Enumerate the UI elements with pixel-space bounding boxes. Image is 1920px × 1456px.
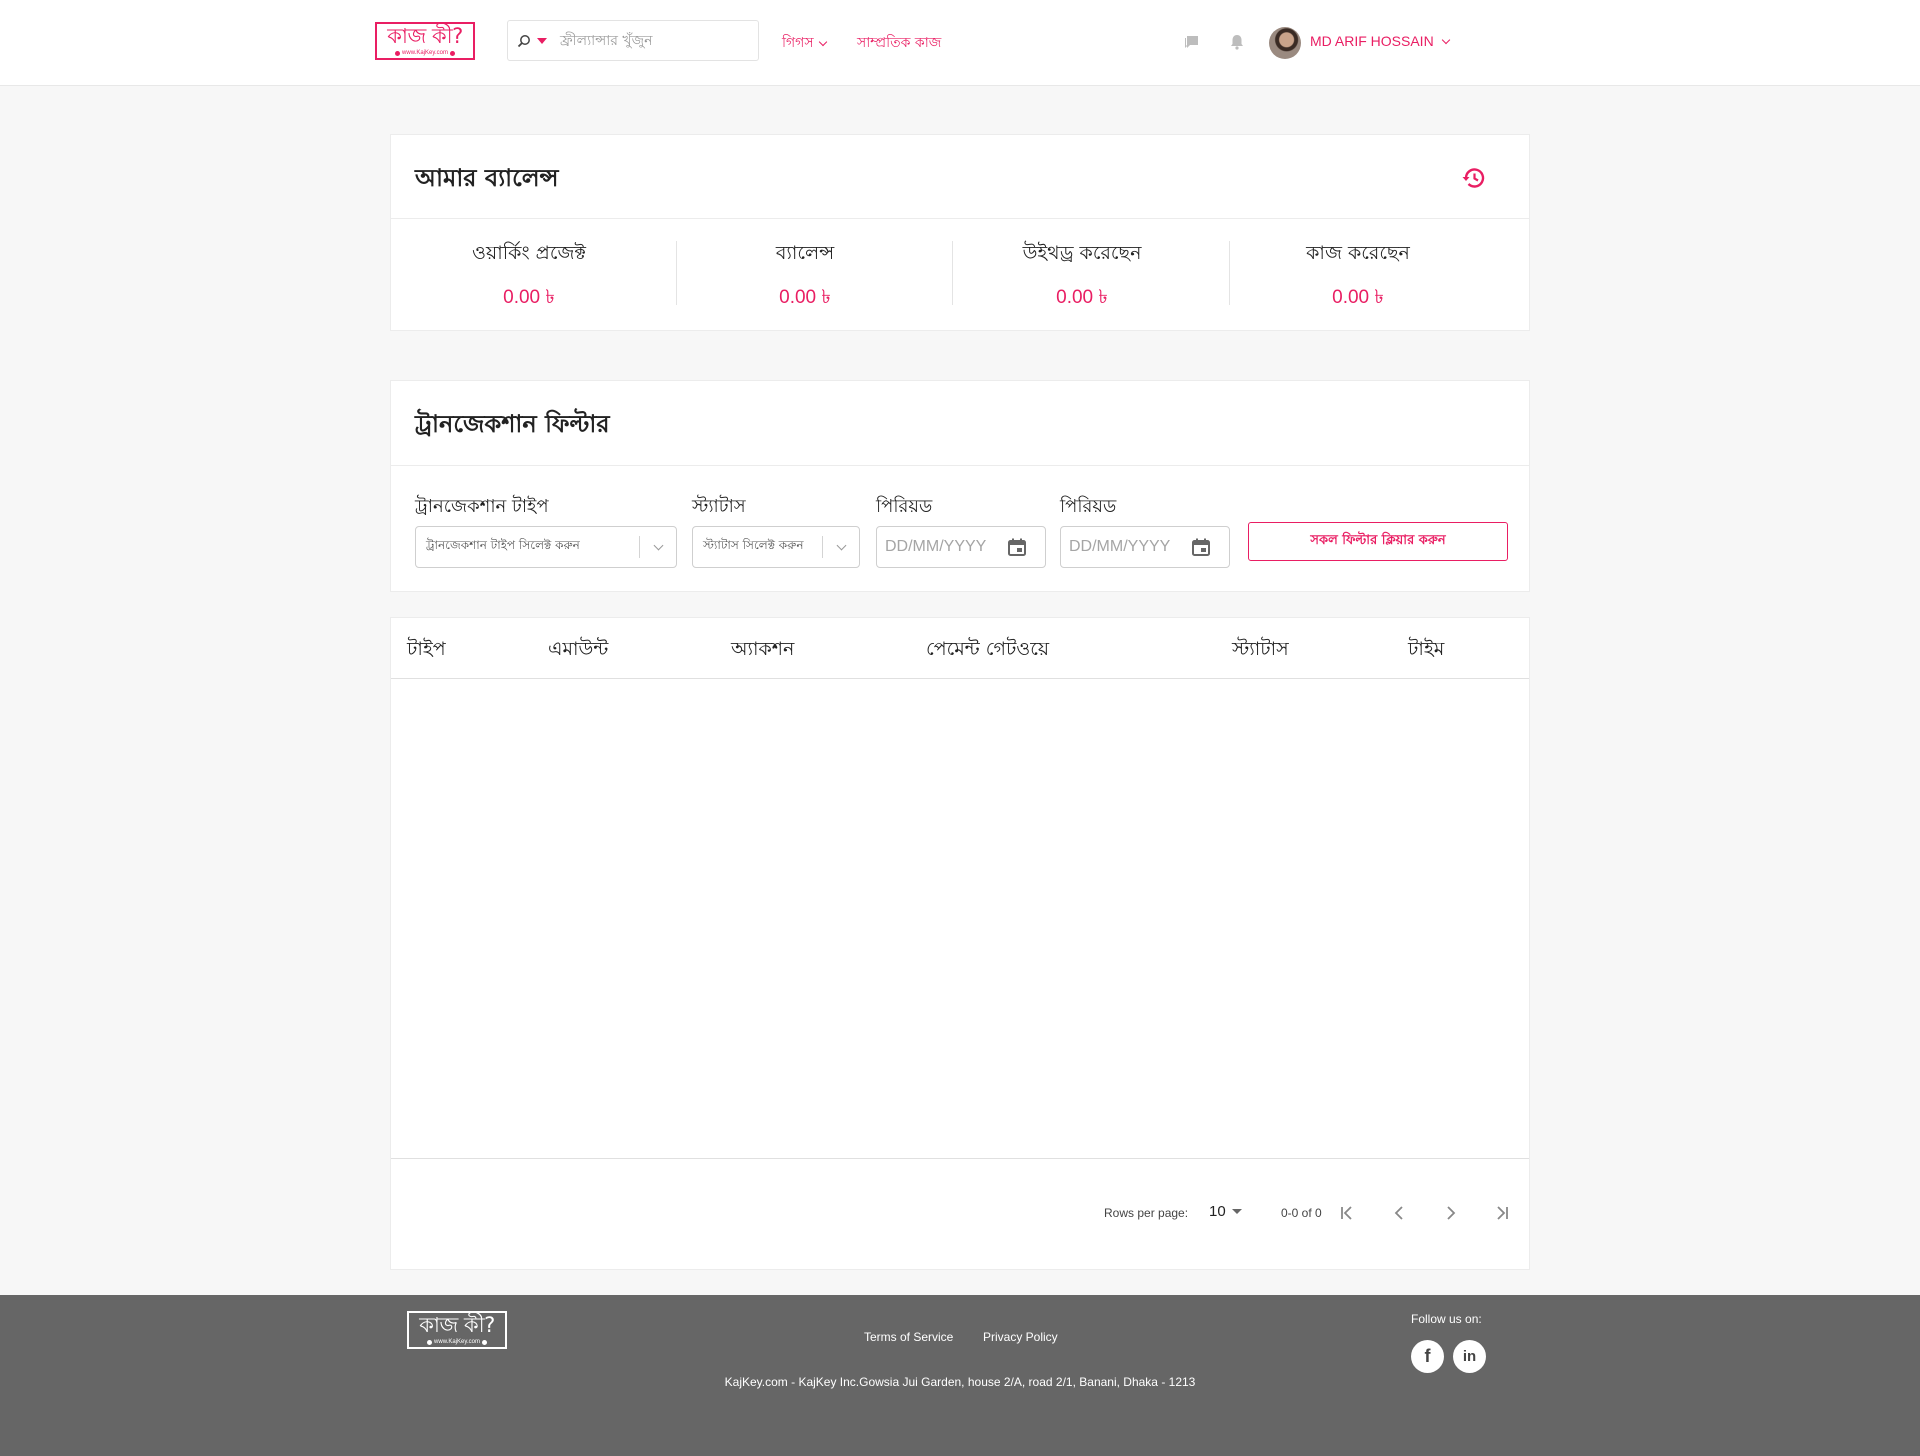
rows-per-page-value: 10 xyxy=(1209,1203,1226,1220)
period-from-label: পিরিয়ড xyxy=(876,496,933,517)
period-to-label: পিরিয়ড xyxy=(1060,496,1117,517)
nav-recent-jobs[interactable]: সাম্প্রতিক কাজ xyxy=(857,31,941,55)
table-body xyxy=(391,679,1529,1158)
logo-text: কাজ কী? xyxy=(419,1313,495,1337)
calendar-icon[interactable] xyxy=(1007,537,1027,557)
status-label: স্ট্যাটাস xyxy=(692,496,746,517)
stat-value: 0.00 ৳ xyxy=(1332,287,1384,308)
footer-logo[interactable]: কাজ কী? www.KajKey.com xyxy=(407,1311,507,1349)
footer: কাজ কী? www.KajKey.com Terms of Service … xyxy=(0,1295,1920,1456)
transaction-type-label: ট্রানজেকশান টাইপ xyxy=(415,496,549,517)
freelancer-search-box[interactable]: ফ্রীল্যান্সার খুঁজুন xyxy=(507,20,759,61)
follow-us-label: Follow us on: xyxy=(1411,1312,1482,1326)
caret-down-icon xyxy=(537,37,547,44)
column-header-action[interactable]: অ্যাকশন xyxy=(731,635,794,667)
chat-icon[interactable] xyxy=(1183,33,1201,51)
stat-withdrawn: উইথড্র করেছেন 0.00 ৳ xyxy=(944,239,1220,315)
user-name: MD ARIF HOSSAIN xyxy=(1310,33,1434,49)
linkedin-icon[interactable]: in xyxy=(1453,1340,1486,1373)
column-header-time[interactable]: টাইম xyxy=(1408,635,1444,667)
logo-url: www.KajKey.com xyxy=(395,50,455,56)
stat-work-done: কাজ করেছেন 0.00 ৳ xyxy=(1220,239,1496,315)
column-header-type[interactable]: টাইপ xyxy=(407,635,446,667)
terms-of-service-link[interactable]: Terms of Service xyxy=(864,1330,953,1344)
stat-value: 0.00 ৳ xyxy=(779,287,831,308)
pagination-range: 0-0 of 0 xyxy=(1281,1206,1322,1220)
filter-title: ট্রানজেকশান ফিল্টার xyxy=(415,410,610,438)
chevron-down-icon xyxy=(1441,35,1450,44)
bell-icon[interactable] xyxy=(1228,33,1246,51)
balance-card: আমার ব্যালেন্স ওয়ার্কিং প্রজেক্ট 0.00 ৳… xyxy=(390,134,1530,331)
column-header-amount[interactable]: এমাউন্ট xyxy=(548,635,608,667)
logo-url: www.KajKey.com xyxy=(427,1339,487,1345)
chevron-down-icon xyxy=(653,540,663,550)
card-divider xyxy=(391,218,1529,219)
period-from-date-input[interactable]: DD/MM/YYYY xyxy=(876,526,1046,568)
caret-down-icon xyxy=(1231,1209,1242,1214)
stat-value: 0.00 ৳ xyxy=(503,287,555,308)
card-divider xyxy=(391,465,1529,466)
transaction-type-select[interactable]: ট্রানজেকশান টাইপ সিলেক্ট করুন xyxy=(415,526,677,568)
previous-page-icon[interactable] xyxy=(1389,1203,1409,1223)
next-page-icon[interactable] xyxy=(1441,1203,1461,1223)
stat-working-project: ওয়ার্কিং প্রজেক্ট 0.00 ৳ xyxy=(391,239,667,315)
transaction-filter-card: ট্রানজেকশান ফিল্টার ট্রানজেকশান টাইপ ট্র… xyxy=(390,380,1530,592)
user-menu[interactable]: MD ARIF HOSSAIN xyxy=(1310,33,1450,49)
stat-balance: ব্যালেন্স 0.00 ৳ xyxy=(667,239,943,315)
balance-title: আমার ব্যালেন্স xyxy=(415,164,559,192)
status-select[interactable]: স্ট্যাটাস সিলেক্ট করুন xyxy=(692,526,860,568)
first-page-icon[interactable] xyxy=(1337,1203,1357,1223)
top-navbar: কাজ কী? www.KajKey.com ফ্রীল্যান্সার খুঁ… xyxy=(0,0,1920,86)
date-placeholder: DD/MM/YYYY xyxy=(1069,538,1171,555)
search-type-dropdown[interactable] xyxy=(512,34,552,48)
table-pagination: Rows per page: 10 0-0 of 0 xyxy=(391,1158,1529,1271)
period-to-date-input[interactable]: DD/MM/YYYY xyxy=(1060,526,1230,568)
rows-per-page-select[interactable]: 10 xyxy=(1209,1203,1242,1220)
stat-label: ব্যালেন্স xyxy=(775,242,835,264)
logo-text: কাজ কী? xyxy=(387,24,463,48)
stat-label: উইথড্র করেছেন xyxy=(1022,242,1142,264)
rows-per-page-label: Rows per page: xyxy=(1104,1206,1189,1220)
clear-all-filters-button[interactable]: সকল ফিল্টার ক্লিয়ার করুন xyxy=(1248,522,1508,561)
column-header-payment-gateway[interactable]: পেমেন্ট গেটওয়ে xyxy=(926,635,1049,667)
transactions-table-card: টাইপ এমাউন্ট অ্যাকশন পেমেন্ট গেটওয়ে স্ট… xyxy=(390,617,1530,1270)
avatar[interactable] xyxy=(1269,27,1301,59)
history-icon[interactable] xyxy=(1461,165,1487,191)
stat-value: 0.00 ৳ xyxy=(1056,287,1108,308)
privacy-policy-link[interactable]: Privacy Policy xyxy=(983,1330,1058,1344)
date-placeholder: DD/MM/YYYY xyxy=(885,538,987,555)
last-page-icon[interactable] xyxy=(1492,1203,1512,1223)
facebook-icon[interactable]: f xyxy=(1411,1340,1444,1373)
company-address: KajKey.com - KajKey Inc.Gowsia Jui Garde… xyxy=(724,1375,1196,1389)
select-placeholder: ট্রানজেকশান টাইপ সিলেক্ট করুন xyxy=(426,538,580,552)
nav-gigs-label: গিগস xyxy=(782,35,814,51)
nav-gigs[interactable]: গিগস xyxy=(782,31,827,55)
stat-label: ওয়ার্কিং প্রজেক্ট xyxy=(472,242,586,264)
search-input[interactable]: ফ্রীল্যান্সার খুঁজুন xyxy=(560,29,653,53)
chevron-down-icon xyxy=(836,540,846,550)
calendar-icon[interactable] xyxy=(1191,537,1211,557)
chevron-down-icon xyxy=(818,37,827,46)
site-logo[interactable]: কাজ কী? www.KajKey.com xyxy=(375,22,475,60)
nav-recent-jobs-label: সাম্প্রতিক কাজ xyxy=(857,35,942,51)
stat-label: কাজ করেছেন xyxy=(1306,242,1410,264)
column-header-status[interactable]: স্ট্যাটাস xyxy=(1232,635,1289,667)
select-placeholder: স্ট্যাটাস সিলেক্ট করুন xyxy=(703,538,804,552)
search-icon xyxy=(517,34,530,47)
